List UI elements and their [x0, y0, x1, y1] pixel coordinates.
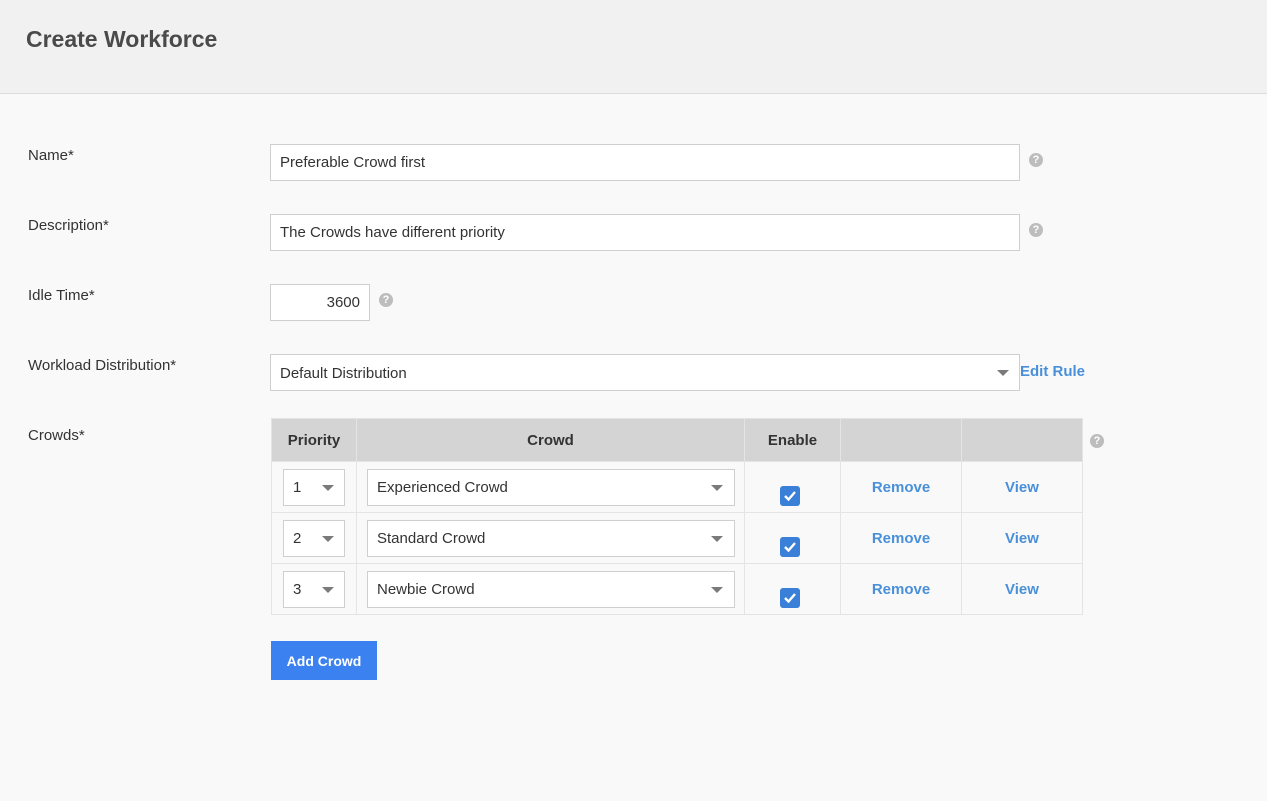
enable-checkbox[interactable] — [780, 537, 800, 557]
column-header-priority: Priority — [271, 418, 357, 462]
help-icon[interactable]: ? — [1029, 223, 1043, 237]
chevron-down-icon — [322, 536, 334, 542]
view-link[interactable]: View — [962, 479, 1082, 496]
chevron-down-icon — [711, 587, 723, 593]
chevron-down-icon — [322, 587, 334, 593]
column-header-crowd: Crowd — [356, 418, 745, 462]
remove-link[interactable]: Remove — [841, 530, 961, 547]
help-icon[interactable]: ? — [379, 293, 393, 307]
description-label: Description* — [28, 217, 109, 234]
priority-cell: 1 — [271, 461, 357, 513]
chevron-down-icon — [711, 536, 723, 542]
enable-cell — [744, 461, 841, 513]
table-row: 1 Experienced Crowd Remove View — [271, 461, 1083, 513]
table-header-row: Priority Crowd Enable — [271, 418, 1083, 462]
crowd-value: Experienced Crowd — [377, 479, 508, 496]
page-title: Create Workforce — [26, 26, 218, 52]
view-link[interactable]: View — [962, 581, 1082, 598]
checkmark-icon — [784, 542, 796, 553]
crowd-select[interactable]: Experienced Crowd — [367, 469, 735, 506]
crowds-table: Priority Crowd Enable 1 Experienced Crow… — [271, 418, 1083, 615]
remove-cell: Remove — [840, 563, 962, 615]
chevron-down-icon — [997, 370, 1009, 376]
table-row: 3 Newbie Crowd Remove View — [271, 563, 1083, 615]
crowd-value: Standard Crowd — [377, 530, 486, 547]
workload-distribution-value: Default Distribution — [280, 365, 407, 382]
column-header-view — [961, 418, 1083, 462]
crowd-cell: Newbie Crowd — [356, 563, 745, 615]
workload-distribution-select[interactable]: Default Distribution — [270, 354, 1020, 391]
enable-checkbox[interactable] — [780, 486, 800, 506]
remove-link[interactable]: Remove — [841, 581, 961, 598]
chevron-down-icon — [711, 485, 723, 491]
priority-cell: 2 — [271, 512, 357, 564]
crowds-label: Crowds* — [28, 427, 85, 444]
remove-cell: Remove — [840, 512, 962, 564]
edit-rule-link[interactable]: Edit Rule — [1020, 363, 1085, 380]
priority-select[interactable]: 1 — [283, 469, 345, 506]
checkmark-icon — [784, 593, 796, 604]
crowd-value: Newbie Crowd — [377, 581, 475, 598]
priority-value: 3 — [293, 581, 302, 598]
add-crowd-button[interactable]: Add Crowd — [271, 641, 377, 680]
description-input[interactable] — [270, 214, 1020, 251]
idle-time-label: Idle Time* — [28, 287, 95, 304]
page-header: Create Workforce — [0, 0, 1267, 94]
checkmark-icon — [784, 491, 796, 502]
priority-value: 1 — [293, 479, 302, 496]
view-cell: View — [961, 512, 1083, 564]
chevron-down-icon — [322, 485, 334, 491]
priority-select[interactable]: 2 — [283, 520, 345, 557]
name-input[interactable] — [270, 144, 1020, 181]
view-cell: View — [961, 563, 1083, 615]
view-link[interactable]: View — [962, 530, 1082, 547]
help-icon[interactable]: ? — [1029, 153, 1043, 167]
enable-checkbox[interactable] — [780, 588, 800, 608]
crowd-cell: Standard Crowd — [356, 512, 745, 564]
crowd-select[interactable]: Newbie Crowd — [367, 571, 735, 608]
column-header-remove — [840, 418, 962, 462]
table-row: 2 Standard Crowd Remove View — [271, 512, 1083, 564]
priority-cell: 3 — [271, 563, 357, 615]
crowd-cell: Experienced Crowd — [356, 461, 745, 513]
workload-distribution-label: Workload Distribution* — [28, 357, 177, 374]
crowd-select[interactable]: Standard Crowd — [367, 520, 735, 557]
remove-link[interactable]: Remove — [841, 479, 961, 496]
priority-value: 2 — [293, 530, 302, 547]
name-label: Name* — [28, 147, 74, 164]
enable-cell — [744, 563, 841, 615]
idle-time-input[interactable] — [270, 284, 370, 321]
column-header-enable: Enable — [744, 418, 841, 462]
remove-cell: Remove — [840, 461, 962, 513]
help-icon[interactable]: ? — [1090, 434, 1104, 448]
enable-cell — [744, 512, 841, 564]
view-cell: View — [961, 461, 1083, 513]
priority-select[interactable]: 3 — [283, 571, 345, 608]
